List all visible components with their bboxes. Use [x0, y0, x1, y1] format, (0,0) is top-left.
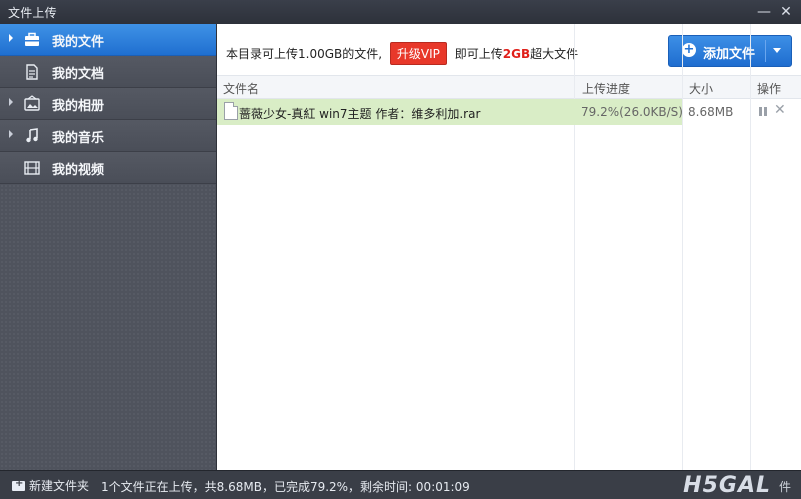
sidebar-item-label: 我的文档 — [52, 67, 105, 82]
upload-progress-text: 79.2%(26.0KB/S) — [581, 105, 683, 119]
file-size: 8.68MB — [688, 105, 734, 119]
music-note-icon — [26, 128, 38, 143]
close-button[interactable]: ✕ — [775, 2, 797, 22]
sidebar-item-my-music[interactable]: 我的音乐 — [0, 120, 216, 152]
main-panel: 本目录可上传1.00GB的文件, 升级VIP 即可上传2GB超大文件 + 添加文… — [217, 24, 801, 470]
sidebar-item-my-album[interactable]: 我的相册 — [0, 88, 216, 120]
size-highlight: 2GB — [502, 47, 531, 61]
column-divider — [682, 24, 683, 470]
film-icon — [24, 161, 40, 175]
sidebar-item-my-files[interactable]: 我的文件 — [0, 24, 216, 56]
sidebar: 我的文件 我的文档 我的相册 我的音乐 我的视频 — [0, 24, 217, 470]
expand-arrow-icon[interactable] — [9, 34, 13, 42]
column-header-size[interactable]: 大小 — [689, 80, 713, 97]
sidebar-item-my-documents[interactable]: 我的文档 — [0, 56, 216, 88]
notice-text: 即可上传 — [454, 47, 503, 61]
sidebar-item-label: 我的文件 — [52, 35, 105, 50]
plus-icon: + — [682, 42, 696, 57]
upload-window: 文件上传 — ✕ 我的文件 我的文档 我的相册 我的音乐 我的视频 本目录可上传… — [0, 0, 801, 499]
column-header-actions: 操作 — [757, 82, 782, 96]
file-icon — [224, 102, 238, 120]
new-folder-button[interactable]: 新建文件夹 — [12, 477, 89, 494]
column-divider — [574, 24, 575, 470]
column-header-progress[interactable]: 上传进度 — [582, 80, 630, 97]
sidebar-item-label: 我的相册 — [52, 99, 105, 114]
sidebar-item-label: 我的音乐 — [52, 131, 105, 146]
button-divider — [765, 40, 766, 62]
add-file-label: 添加文件 — [703, 47, 756, 62]
close-icon[interactable]: ✕ — [774, 102, 786, 118]
upgrade-vip-button[interactable]: 升级VIP — [389, 42, 447, 65]
file-name: 蔷薇少女-真紅 win7主题 作者：维多利加.rar — [239, 107, 481, 121]
upload-notice-bar: 本目录可上传1.00GB的文件, 升级VIP 即可上传2GB超大文件 + 添加文… — [217, 24, 801, 76]
column-divider — [750, 24, 751, 470]
window-title: 文件上传 — [8, 6, 57, 20]
briefcase-icon — [25, 32, 39, 46]
photo-album-icon — [24, 95, 40, 111]
new-folder-label: 新建文件夹 — [29, 479, 90, 493]
upload-limit-notice: 本目录可上传1.00GB的文件, 升级VIP 即可上传2GB超大文件 — [226, 42, 578, 65]
expand-arrow-icon[interactable] — [9, 130, 13, 138]
pause-icon[interactable] — [759, 107, 768, 117]
expand-arrow-icon[interactable] — [9, 98, 13, 106]
minimize-button[interactable]: — — [753, 2, 775, 22]
table-row[interactable]: 蔷薇少女-真紅 win7主题 作者：维多利加.rar 79.2%(26.0KB/… — [217, 99, 801, 125]
notice-text: 本目录可上传1.00GB的文件, — [226, 47, 383, 61]
status-bar: 新建文件夹 1个文件正在上传，共8.68MB，已完成79.2%，剩余时间: 00… — [0, 470, 801, 499]
title-bar[interactable]: 文件上传 — ✕ — [0, 0, 801, 24]
table-header: 文件名 上传进度 大小 操作 — [217, 76, 801, 99]
folder-add-icon — [12, 478, 25, 491]
add-file-button[interactable]: + 添加文件 — [668, 35, 792, 67]
chevron-down-icon[interactable] — [773, 48, 781, 53]
notice-text: 超大文件 — [530, 47, 579, 61]
sidebar-item-my-videos[interactable]: 我的视频 — [0, 152, 216, 184]
document-icon — [26, 64, 38, 80]
upload-status-text: 1个文件正在上传，共8.68MB，已完成79.2%，剩余时间: 00:01:09 — [101, 480, 470, 494]
status-tail-text: 件 — [778, 480, 791, 494]
watermark-logo: H5GAL — [683, 473, 771, 498]
column-header-name[interactable]: 文件名 — [223, 80, 259, 97]
sidebar-item-label: 我的视频 — [52, 163, 105, 178]
